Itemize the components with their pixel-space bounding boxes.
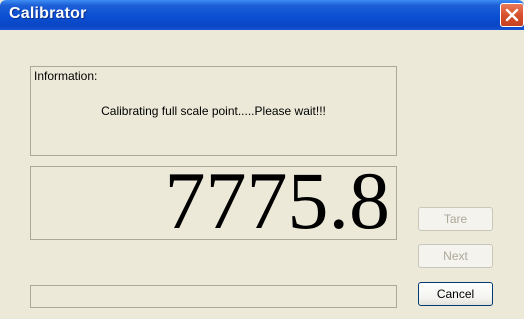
status-message: Calibrating full scale point.....Please … — [101, 104, 326, 118]
next-button[interactable]: Next — [418, 244, 493, 268]
calibrator-window: Calibrator Information: Calibrating full… — [0, 0, 524, 319]
tare-button[interactable]: Tare — [418, 207, 493, 231]
progress-bar — [30, 285, 397, 308]
close-icon — [505, 8, 519, 22]
information-group: Information: Calibrating full scale poin… — [30, 66, 397, 156]
reading-value: 7775.8 — [164, 155, 391, 246]
close-button[interactable] — [500, 3, 524, 27]
reading-display: 7775.8 — [30, 160, 397, 242]
title-bar[interactable]: Calibrator — [0, 0, 524, 30]
window-title: Calibrator — [9, 5, 87, 22]
cancel-button[interactable]: Cancel — [418, 282, 493, 306]
information-caption: Information: — [34, 69, 98, 83]
